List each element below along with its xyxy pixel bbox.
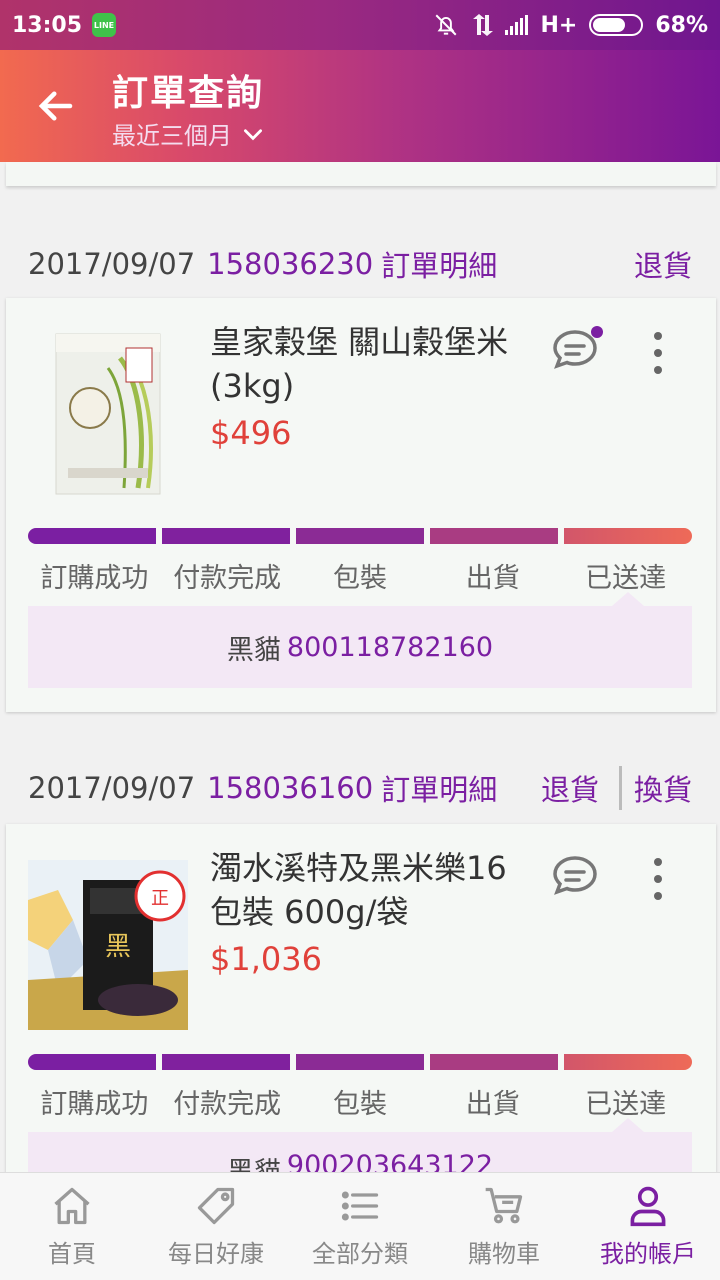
nav-categories[interactable]: 全部分類	[288, 1173, 432, 1280]
nav-my-account[interactable]: 我的帳戶	[576, 1173, 720, 1280]
order-date: 2017/09/07	[28, 771, 196, 805]
step-label: 付款完成	[173, 1089, 282, 1120]
product-image-black-rice[interactable]: 黑 正	[28, 860, 188, 1030]
chat-bubble-icon	[553, 856, 597, 895]
nav-label: 每日好康	[168, 1240, 264, 1268]
chat-button[interactable]	[551, 852, 603, 898]
order-number[interactable]: 158036160	[207, 771, 373, 805]
exchange-button[interactable]: 換貨	[634, 767, 692, 809]
carrier-name: 黑貓	[226, 634, 281, 666]
period-dropdown[interactable]: 最近三個月	[112, 116, 266, 151]
more-options-button[interactable]	[644, 854, 672, 904]
step-label: 訂購成功	[40, 563, 149, 594]
previous-card-edge	[6, 162, 716, 186]
delivery-progress-bar	[28, 1054, 692, 1070]
delivery-progress-bar	[28, 528, 692, 544]
battery-icon	[589, 14, 644, 36]
step-label: 出貨	[465, 1089, 520, 1120]
step-label: 包裝	[332, 563, 387, 594]
network-type: H+	[540, 12, 578, 38]
tracking-number[interactable]: 800118782160	[287, 632, 493, 663]
product-image-rice-bag[interactable]	[28, 328, 188, 498]
product-name[interactable]: 皇家穀堡 關山穀堡米(3kg)	[210, 320, 530, 408]
status-icons: H+ 68%	[433, 12, 708, 38]
chat-button[interactable]	[551, 326, 603, 372]
back-arrow-icon	[38, 91, 73, 121]
nav-label: 購物車	[468, 1240, 540, 1268]
list-icon	[341, 1191, 379, 1221]
return-button[interactable]: 退貨	[541, 767, 599, 809]
order-card: 皇家穀堡 關山穀堡米(3kg) $496 訂購成功 付款完成 包裝 出貨 已送達…	[6, 298, 716, 712]
nav-daily-deals[interactable]: 每日好康	[144, 1173, 288, 1280]
step-label: 包裝	[332, 1089, 387, 1120]
home-icon	[54, 1187, 90, 1225]
page-title: 訂單查詢	[112, 73, 265, 114]
status-bar: 13:05 LINE H+ 68%	[0, 0, 720, 50]
data-arrows-icon	[473, 14, 494, 36]
nav-label: 首頁	[48, 1240, 96, 1268]
chevron-down-icon	[244, 128, 262, 140]
delivery-steps: 訂購成功 付款完成 包裝 出貨 已送達	[28, 1082, 692, 1121]
cart-icon	[485, 1187, 523, 1224]
user-icon	[630, 1186, 666, 1227]
tracking-info[interactable]: 黑貓 800118782160	[28, 592, 692, 688]
nav-cart[interactable]: 購物車	[432, 1173, 576, 1280]
step-label: 訂購成功	[40, 1089, 149, 1120]
app-header: 訂單查詢 最近三個月	[0, 50, 720, 162]
step-label: 付款完成	[173, 563, 282, 594]
chat-bubble-icon	[553, 326, 603, 369]
signal-icon	[505, 15, 529, 35]
step-label: 已送達	[585, 1089, 667, 1120]
back-button[interactable]	[30, 80, 82, 132]
battery-percent: 68%	[655, 12, 708, 38]
product-price: $496	[210, 414, 292, 452]
order-detail-link[interactable]: 訂單明細	[381, 767, 497, 809]
period-label: 最近三個月	[112, 122, 232, 150]
step-label: 已送達	[585, 563, 667, 594]
line-app-icon: LINE	[92, 13, 117, 37]
svg-text:正: 正	[151, 888, 169, 909]
product-price: $1,036	[210, 940, 322, 978]
nav-label: 全部分類	[312, 1240, 408, 1268]
order-header: 2017/09/07 158036160 訂單明細 退貨 換貨	[0, 758, 720, 818]
return-button[interactable]: 退貨	[634, 243, 692, 285]
svg-text:黑: 黑	[105, 932, 131, 962]
order-detail-link[interactable]: 訂單明細	[381, 243, 497, 285]
nav-home[interactable]: 首頁	[0, 1173, 144, 1280]
mute-bell-icon	[436, 14, 457, 36]
tag-icon	[197, 1187, 235, 1225]
more-options-button[interactable]	[644, 328, 672, 378]
order-card: 黑 正 濁水溪特及黑米樂16包裝 600g/袋 $1,036 訂購成功 付款完成…	[6, 824, 716, 1184]
action-divider	[618, 766, 622, 810]
order-header: 2017/09/07 158036230 訂單明細 退貨	[0, 234, 720, 294]
status-time: 13:05	[12, 12, 83, 38]
order-date: 2017/09/07	[28, 247, 196, 281]
step-label: 出貨	[465, 563, 520, 594]
delivery-steps: 訂購成功 付款完成 包裝 出貨 已送達	[28, 556, 692, 595]
product-name[interactable]: 濁水溪特及黑米樂16包裝 600g/袋	[210, 846, 530, 934]
bottom-navigation: 首頁 每日好康 全部分類 購物車 我的帳戶	[0, 1172, 720, 1280]
nav-label: 我的帳戶	[600, 1240, 696, 1268]
order-number[interactable]: 158036230	[207, 247, 373, 281]
